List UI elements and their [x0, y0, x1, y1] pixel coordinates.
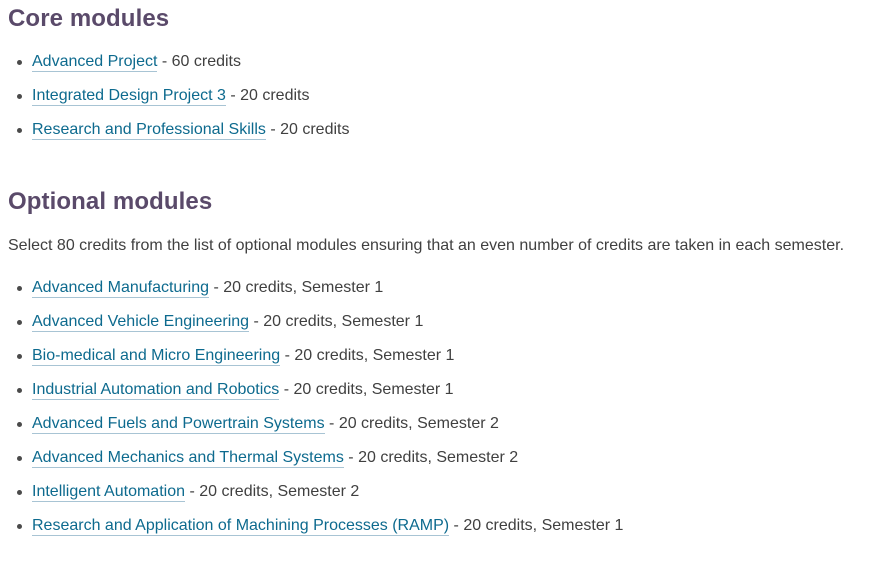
- module-detail: - 20 credits: [225, 87, 310, 105]
- bullet-icon: [17, 285, 22, 291]
- optional-modules-intro-wrap: Select 80 credits from the list of optio…: [8, 232, 871, 259]
- module-link[interactable]: Advanced Fuels and Powertrain Systems: [32, 414, 325, 434]
- core-modules-heading: Core modules: [8, 5, 170, 32]
- module-detail: - 20 credits, Semester 1: [249, 312, 424, 330]
- list-item: Research and Application of Machining Pr…: [8, 509, 871, 543]
- bullet-icon: [17, 455, 22, 461]
- bullet-icon: [17, 60, 22, 66]
- list-item: Industrial Automation and Robotics - 20 …: [8, 373, 871, 407]
- module-link[interactable]: Intelligent Automation: [32, 482, 185, 502]
- list-item: Advanced Mechanics and Thermal Systems -…: [8, 441, 871, 475]
- module-detail: - 20 credits, Semester 1: [209, 278, 384, 296]
- bullet-icon: [17, 353, 22, 359]
- module-detail: - 60 credits: [157, 53, 241, 71]
- module-detail: - 20 credits, Semester 2: [324, 414, 499, 432]
- module-detail: - 20 credits, Semester 2: [343, 448, 519, 466]
- list-item: Integrated Design Project 3 - 20 credits: [8, 79, 871, 113]
- bullet-icon: [17, 128, 22, 134]
- module-detail: - 20 credits, Semester 1: [280, 346, 455, 364]
- optional-modules-heading-wrap: Optional modules: [8, 188, 871, 216]
- optional-modules-intro-text: Select 80 credits from the list of optio…: [8, 236, 845, 254]
- module-link[interactable]: Integrated Design Project 3: [32, 87, 226, 107]
- module-link[interactable]: Advanced Manufacturing: [32, 278, 209, 298]
- module-link[interactable]: Advanced Vehicle Engineering: [32, 312, 250, 332]
- course-modules-page: Core modules Advanced Project - 60 credi…: [0, 0, 879, 543]
- core-modules-heading-wrap: Core modules: [8, 0, 871, 33]
- module-link[interactable]: Research and Professional Skills: [32, 121, 266, 141]
- module-detail: - 20 credits, Semester 2: [185, 482, 360, 500]
- list-item: Advanced Manufacturing - 20 credits, Sem…: [8, 271, 871, 305]
- module-link[interactable]: Research and Application of Machining Pr…: [32, 516, 450, 536]
- module-link[interactable]: Advanced Mechanics and Thermal Systems: [32, 448, 344, 468]
- module-detail: - 20 credits, Semester 1: [449, 516, 624, 534]
- bullet-icon: [17, 421, 22, 427]
- bullet-icon: [17, 489, 22, 495]
- module-link[interactable]: Industrial Automation and Robotics: [32, 380, 280, 400]
- module-detail: - 20 credits: [265, 121, 350, 139]
- module-link[interactable]: Advanced Project: [32, 53, 158, 73]
- list-item: Advanced Fuels and Powertrain Systems - …: [8, 407, 871, 441]
- module-link[interactable]: Bio-medical and Micro Engineering: [32, 346, 281, 366]
- bullet-icon: [17, 523, 22, 529]
- list-item: Intelligent Automation - 20 credits, Sem…: [8, 475, 871, 509]
- list-item: Advanced Project - 60 credits: [8, 45, 871, 79]
- list-item: Research and Professional Skills - 20 cr…: [8, 113, 871, 147]
- bullet-icon: [17, 319, 22, 325]
- core-modules-list: Advanced Project - 60 credits Integrated…: [8, 45, 871, 147]
- optional-modules-heading: Optional modules: [8, 188, 213, 216]
- module-detail: - 20 credits, Semester 1: [279, 380, 454, 398]
- bullet-icon: [17, 94, 22, 100]
- bullet-icon: [17, 387, 22, 393]
- list-item: Advanced Vehicle Engineering - 20 credit…: [8, 305, 871, 339]
- list-item: Bio-medical and Micro Engineering - 20 c…: [8, 339, 871, 373]
- optional-modules-list: Advanced Manufacturing - 20 credits, Sem…: [8, 271, 871, 543]
